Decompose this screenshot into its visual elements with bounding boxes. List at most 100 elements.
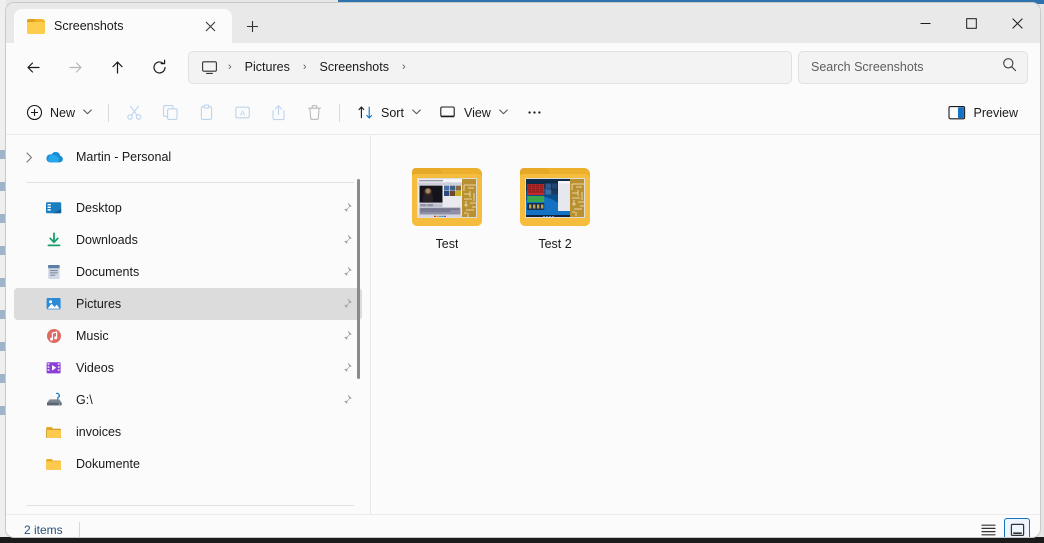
large-icons-view-button[interactable] (1004, 518, 1030, 538)
sidebar-scrollbar[interactable] (352, 135, 364, 514)
ellipsis-icon (526, 104, 544, 122)
rename-icon: A (233, 104, 251, 122)
svg-text:A: A (239, 109, 245, 118)
close-tab-icon[interactable] (198, 14, 223, 39)
chevron-down-icon (83, 108, 92, 117)
sidebar-scrollbar-thumb[interactable] (357, 179, 360, 379)
paste-button[interactable] (188, 97, 224, 129)
preview-pane-button[interactable]: Preview (938, 97, 1028, 129)
close-window-button[interactable] (994, 3, 1040, 43)
onedrive-cloud-icon (42, 147, 66, 167)
file-explorer-window: Screenshots (6, 3, 1040, 537)
address-bar[interactable]: › Pictures › Screenshots › (188, 51, 792, 84)
sidebar-item-videos[interactable]: Videos (14, 352, 362, 384)
command-separator (339, 104, 340, 122)
trash-icon (305, 104, 323, 122)
folder-thumbnail-preview (417, 178, 477, 218)
taskbar-strip (0, 537, 1044, 543)
network-drive-icon (42, 390, 66, 410)
rename-button[interactable]: A (224, 97, 260, 129)
music-icon (42, 326, 66, 346)
command-bar: New (6, 91, 1040, 135)
cut-button[interactable] (116, 97, 152, 129)
search-icon[interactable] (1002, 57, 1017, 77)
sidebar-resize-handle[interactable] (366, 135, 370, 514)
maximize-button[interactable] (948, 3, 994, 43)
chevron-down-icon (499, 108, 508, 117)
sidebar-divider (26, 182, 354, 183)
search-box[interactable] (798, 51, 1028, 84)
new-tab-icon[interactable] (236, 10, 269, 42)
folder-icon (42, 422, 66, 442)
window-controls (902, 3, 1040, 43)
sidebar-item-label: G:\ (76, 393, 336, 407)
folder-thumbnail-preview (525, 178, 585, 218)
sidebar-item-desktop[interactable]: Desktop (14, 192, 362, 224)
downloads-icon (42, 230, 66, 250)
folder-icon (42, 454, 66, 474)
sidebar-item-label: invoices (76, 425, 354, 439)
videos-icon (42, 358, 66, 378)
tab-screenshots[interactable]: Screenshots (14, 9, 232, 43)
preview-button-label: Preview (974, 106, 1018, 120)
minimize-button[interactable] (902, 3, 948, 43)
sidebar-item-label: Music (76, 329, 336, 343)
tab-strip: Screenshots (6, 3, 902, 43)
forward-button[interactable] (57, 49, 93, 85)
sort-button[interactable]: Sort (347, 97, 430, 129)
command-separator (108, 104, 109, 122)
copy-icon (161, 104, 179, 122)
see-more-button[interactable] (517, 97, 553, 129)
file-list-view[interactable]: Test (371, 135, 1040, 514)
up-button[interactable] (99, 49, 135, 85)
status-bar: 2 items (6, 514, 1040, 537)
back-button[interactable] (15, 49, 51, 85)
sidebar-item-label: Videos (76, 361, 336, 375)
sidebar-item-network-drive-g[interactable]: G:\ (14, 384, 362, 416)
sidebar-item-label: Downloads (76, 233, 336, 247)
new-button[interactable]: New (16, 97, 101, 129)
breadcrumb-separator[interactable]: › (398, 61, 410, 73)
details-view-button[interactable] (975, 518, 1001, 538)
sidebar-item-label: Dokumente (76, 457, 354, 471)
breadcrumb-item-screenshots[interactable]: Screenshots (313, 57, 396, 77)
refresh-button[interactable] (141, 49, 177, 85)
pictures-icon (42, 294, 66, 314)
breadcrumb-separator[interactable]: › (224, 61, 236, 73)
scissors-icon (125, 104, 143, 122)
sidebar-item-downloads[interactable]: Downloads (14, 224, 362, 256)
tab-label: Screenshots (54, 19, 189, 33)
sidebar-item-dokumente[interactable]: Dokumente (14, 448, 362, 480)
search-input[interactable] (811, 60, 996, 74)
plus-circle-icon (25, 104, 43, 122)
this-pc-monitor-icon[interactable] (199, 59, 222, 76)
sort-arrows-icon (356, 104, 374, 122)
copy-button[interactable] (152, 97, 188, 129)
preview-pane-icon (948, 104, 966, 122)
sidebar-bottom-divider (26, 505, 354, 506)
title-bar: Screenshots (6, 3, 1040, 43)
breadcrumb-item-pictures[interactable]: Pictures (238, 57, 297, 77)
file-item-label: Test 2 (538, 237, 571, 251)
sidebar-item-label: Documents (76, 265, 336, 279)
sidebar-item-pictures[interactable]: Pictures (14, 288, 362, 320)
view-button[interactable]: View (430, 97, 517, 129)
sort-button-label: Sort (381, 106, 404, 120)
delete-button[interactable] (296, 97, 332, 129)
file-item[interactable]: Test 2 (501, 157, 609, 275)
breadcrumb-separator[interactable]: › (299, 61, 311, 73)
desktop-icon (42, 198, 66, 218)
sidebar-item-music[interactable]: Music (14, 320, 362, 352)
chevron-right-icon[interactable] (18, 146, 40, 168)
sidebar-item-martin-personal[interactable]: Martin - Personal (14, 141, 362, 173)
file-item[interactable]: Test (393, 157, 501, 275)
file-item-label: Test (436, 237, 459, 251)
clipboard-icon (197, 104, 215, 122)
chevron-down-icon (412, 108, 421, 117)
new-button-label: New (50, 106, 75, 120)
share-button[interactable] (260, 97, 296, 129)
item-count-label: 2 items (24, 523, 63, 537)
sidebar-item-label: Pictures (76, 297, 336, 311)
sidebar-item-documents[interactable]: Documents (14, 256, 362, 288)
sidebar-item-invoices[interactable]: invoices (14, 416, 362, 448)
